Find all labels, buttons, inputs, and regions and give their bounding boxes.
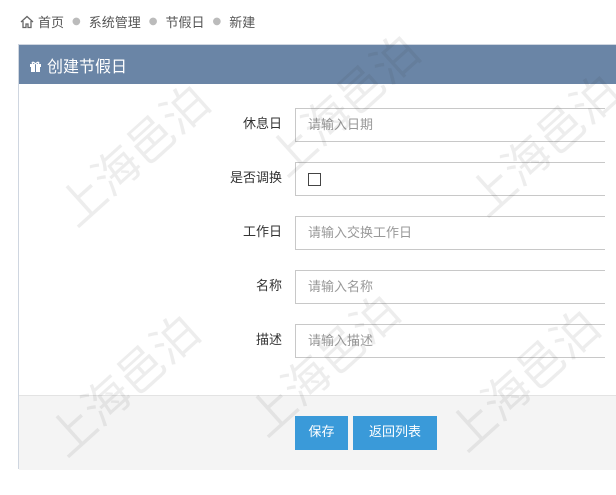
is-swap-label: 是否调换 (229, 171, 282, 186)
rest-day-input-wrapper (295, 108, 605, 142)
breadcrumb-holidays[interactable]: 节假日 (166, 12, 205, 31)
is-swap-row: 是否调换 (19, 162, 616, 196)
description-row: 描述 (19, 324, 616, 358)
name-input[interactable] (296, 271, 605, 303)
create-holiday-panel: 创建节假日 休息日 是否调换 工作日 名称 (18, 44, 616, 470)
rest-day-label: 休息日 (242, 117, 282, 132)
work-day-row: 工作日 (19, 216, 616, 250)
form-actions: 保存 返回列表 (19, 395, 616, 470)
name-row: 名称 (19, 270, 616, 304)
breadcrumb-separator: ● (212, 15, 222, 27)
breadcrumb: 首页 ● 系统管理 ● 节假日 ● 新建 (0, 0, 616, 42)
is-swap-control (295, 162, 605, 196)
breadcrumb-separator: ● (72, 15, 81, 27)
panel-header: 创建节假日 (19, 45, 616, 84)
work-day-label: 工作日 (242, 225, 282, 240)
description-label: 描述 (255, 333, 282, 348)
gift-icon (29, 58, 42, 72)
save-button[interactable]: 保存 (295, 416, 348, 450)
rest-day-input[interactable] (296, 109, 605, 141)
rest-day-row: 休息日 (19, 108, 616, 142)
work-day-input[interactable] (296, 217, 605, 249)
home-icon[interactable] (20, 15, 34, 29)
back-to-list-button[interactable]: 返回列表 (353, 416, 437, 450)
breadcrumb-current: 新建 (229, 15, 256, 31)
breadcrumb-home[interactable]: 首页 (38, 12, 64, 31)
work-day-input-wrapper (295, 216, 605, 250)
breadcrumb-separator: ● (148, 15, 158, 27)
holiday-form: 休息日 是否调换 工作日 名称 描述 (19, 84, 616, 395)
name-label: 名称 (255, 279, 282, 294)
breadcrumb-system-management[interactable]: 系统管理 (89, 12, 141, 31)
name-input-wrapper (295, 270, 605, 304)
is-swap-checkbox[interactable] (308, 173, 321, 186)
panel-title: 创建节假日 (47, 56, 128, 76)
description-input[interactable] (296, 325, 605, 357)
description-input-wrapper (295, 324, 605, 358)
